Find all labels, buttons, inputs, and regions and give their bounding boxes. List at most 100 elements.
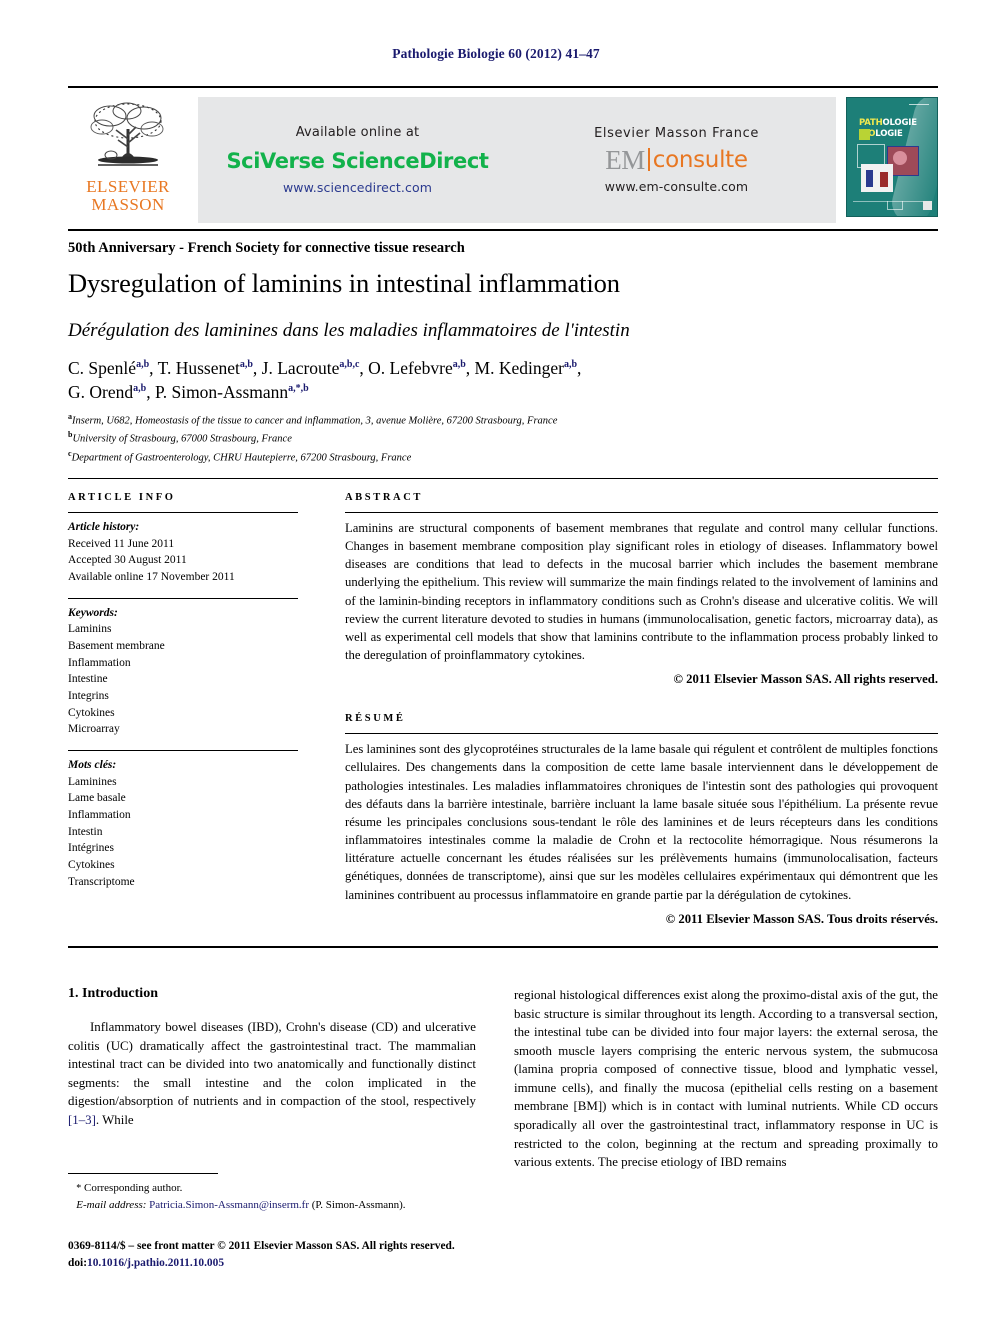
page-title: Dysregulation of laminins in intestinal … (68, 268, 620, 298)
title-top-rule (68, 229, 938, 231)
history-received: Received 11 June 2011 (68, 537, 175, 550)
keyword-item: Cytokines (68, 706, 115, 719)
em-consulte-url[interactable]: www.em-consulte.com (517, 179, 836, 194)
sciverse-sciencedirect-logo: SciVerse ScienceDirect (226, 149, 489, 173)
abstract-bottom-rule (68, 946, 938, 948)
footnote-rule (68, 1173, 218, 1174)
em-divider-bar (647, 147, 650, 171)
email-note: E-mail address: Patricia.Simon-Assmann@i… (68, 1197, 476, 1214)
author-name: C. Spenlé (68, 358, 137, 378)
cover-green-square (859, 129, 870, 140)
sciencedirect-url[interactable]: www.sciencedirect.com (198, 180, 517, 195)
imprint-block: 0369-8114/$ – see front matter © 2011 El… (68, 1238, 538, 1271)
intro-text-pre: Inflammatory bowel diseases (IBD), Crohn… (68, 1020, 476, 1109)
cover-red-flask-icon (880, 172, 888, 187)
author-name: T. Hussenet (157, 358, 240, 378)
keywords-rule (68, 597, 298, 599)
affiliation-list: aInserm, U682, Homeostasis of the tissue… (68, 411, 938, 466)
author-affil-marks: a,*,b (288, 382, 309, 394)
author-name: M. Kedinger (474, 358, 564, 378)
keywords-label: Keywords: (68, 606, 118, 619)
motscles-label: Mots clés: (68, 759, 117, 772)
intro-text-post: . While (95, 1112, 134, 1127)
keyword-item: Basement membrane (68, 640, 165, 653)
author-entry[interactable]: G. Orenda,b (68, 382, 146, 402)
masson-wordmark: MASSON (91, 195, 165, 215)
keyword-item: Integrins (68, 690, 109, 703)
motcle-item: Transcriptome (68, 875, 135, 888)
motcle-item: Laminines (68, 775, 117, 788)
keyword-item: Intestine (68, 673, 108, 686)
email-link[interactable]: Patricia.Simon-Assmann@inserm.fr (149, 1199, 309, 1211)
author-entry[interactable]: C. Spenléa,b (68, 358, 149, 378)
motcle-item: Lame basale (68, 792, 126, 805)
author-entry[interactable]: M. Kedingera,b (475, 358, 578, 378)
author-affil-marks: a,b (452, 359, 466, 371)
history-available-online: Available online 17 November 2011 (68, 571, 235, 584)
author-list: C. Spenléa,b, T. Husseneta,b, J. Lacrout… (68, 357, 938, 404)
cover-title-path: PATH (859, 118, 883, 128)
sciencedirect-block: Available online at SciVerse ScienceDire… (198, 125, 517, 195)
author-affil-marks: a,b (136, 359, 150, 371)
introduction-paragraph-left: Inflammatory bowel diseases (IBD), Crohn… (68, 1018, 476, 1129)
abstract-top-rule (68, 478, 938, 479)
keyword-item: Inflammation (68, 656, 131, 669)
article-info-heading: Article info (68, 492, 176, 503)
abstract-text: Laminins are structural components of ba… (345, 521, 938, 663)
author-affil-marks: a,b (133, 382, 147, 394)
motscles-block: Mots clés: Laminines Lame basale Inflamm… (68, 757, 298, 890)
affiliation-text: University of Strasbourg, 67000 Strasbou… (72, 433, 292, 445)
email-owner: (P. Simon-Assmann). (311, 1198, 406, 1211)
affiliation-item: aInserm, U682, Homeostasis of the tissue… (68, 411, 938, 429)
history-accepted: Accepted 30 August 2011 (68, 554, 187, 567)
cover-title-ologie: OLOGIE (882, 118, 917, 128)
doi-value[interactable]: 10.1016/j.pathio.2011.10.005 (87, 1257, 224, 1269)
citation-reference[interactable]: [1–3] (68, 1113, 96, 1127)
page-title-french: Dérégulation des laminines dans les mala… (68, 320, 630, 341)
author-name: O. Lefebvre (368, 358, 453, 378)
author-affil-marks: a,b,c (339, 359, 360, 371)
motcle-item: Intégrines (68, 842, 114, 855)
author-sep: , (252, 358, 262, 378)
author-sep: , (359, 358, 369, 378)
keyword-item: Laminins (68, 623, 112, 636)
author-sep: , (146, 381, 155, 402)
author-name: G. Orend (68, 381, 134, 402)
affiliation-text: Inserm, U682, Homeostasis of the tissue … (72, 415, 558, 427)
em-consulte-logo: EM consulte (517, 147, 836, 174)
available-online-label: Available online at (295, 125, 420, 140)
author-name: J. Lacroute (261, 358, 340, 378)
resume-copyright: © 2011 Elsevier Masson SAS. Tous droits … (665, 911, 938, 926)
cover-publisher-badge (923, 201, 932, 210)
elsevier-masson-logo: ELSEVIER MASSON (68, 97, 188, 223)
corresponding-author-text: Corresponding author. (84, 1182, 183, 1194)
introduction-paragraph-right: regional histological differences exist … (514, 988, 938, 1170)
author-entry[interactable]: O. Lefebvrea,b (368, 358, 466, 378)
journal-cover-thumbnail[interactable]: PATHOLOGIE BIOLOGIE (846, 97, 938, 217)
abstract-copyright: © 2011 Elsevier Masson SAS. All rights r… (673, 672, 938, 687)
author-entry[interactable]: J. Lacroutea,b,c (262, 358, 360, 378)
special-issue-label: 50th Anniversary - French Society for co… (68, 240, 465, 256)
abstract-rule (345, 512, 938, 513)
author-affil-marks: a,b (563, 359, 578, 371)
em-consulte-block: Elsevier Masson France EM consulte www.em… (517, 126, 836, 194)
consulte-wordmark: consulte (652, 147, 748, 173)
author-affil-marks: a,b (239, 359, 253, 371)
motcle-item: Inflammation (68, 809, 131, 822)
running-head: Pathologie Biologie 60 (2012) 41–47 (392, 46, 600, 61)
masthead: ELSEVIER MASSON Available online at SciV… (68, 86, 938, 223)
email-label: E-mail address: (76, 1198, 147, 1211)
keyword-item: Microarray (68, 723, 120, 736)
abstract-column: Abstract Laminins are structural compone… (345, 492, 938, 927)
abstract-heading: Abstract (345, 492, 423, 503)
body-column-right: regional histological differences exist … (514, 986, 938, 1172)
cover-journal-title: PATHOLOGIE BIOLOGIE (859, 118, 933, 139)
cover-blue-flask-icon (866, 170, 873, 187)
motcle-item: Cytokines (68, 859, 115, 872)
author-entry[interactable]: P. Simon-Assmanna,*,b (155, 382, 309, 402)
motcle-item: Intestin (68, 825, 103, 838)
em-wordmark: EM (605, 145, 645, 175)
author-entry[interactable]: T. Husseneta,b (158, 358, 253, 378)
journal-article-page: Pathologie Biologie 60 (2012) 41–47 ELSE… (0, 0, 992, 1323)
corresponding-author-mark: * (76, 1183, 82, 1194)
